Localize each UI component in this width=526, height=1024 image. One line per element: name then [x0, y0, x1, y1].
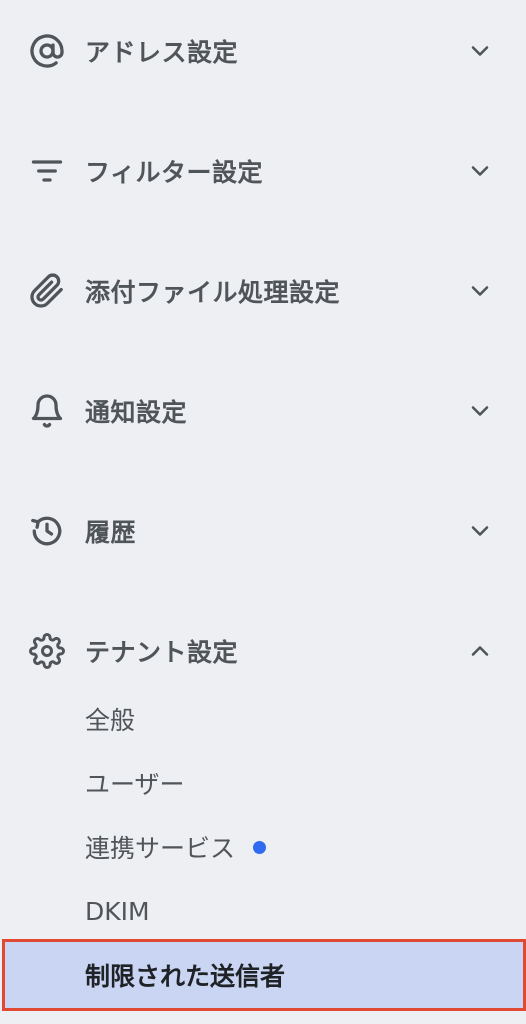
chevron-up-icon[interactable]: [466, 637, 494, 665]
section-label: 添付ファイル処理設定: [85, 278, 341, 307]
sidebar-item-dkim[interactable]: DKIM: [85, 891, 150, 931]
section-label: 履歴: [85, 518, 137, 547]
chevron-down-icon[interactable]: [466, 37, 494, 65]
section-notification-settings[interactable]: 通知設定: [0, 381, 526, 441]
sidebar-item-label: 制限された送信者: [85, 962, 286, 991]
sidebar-item-label: DKIM: [85, 896, 150, 926]
section-filter-settings[interactable]: フィルター設定: [0, 141, 526, 201]
sidebar-item-general[interactable]: 全般: [85, 699, 135, 739]
chevron-down-icon[interactable]: [466, 157, 494, 185]
history-icon: [29, 513, 65, 549]
sidebar-item-integrations[interactable]: 連携サービス: [85, 827, 267, 867]
section-label: テナント設定: [85, 638, 239, 667]
section-history[interactable]: 履歴: [0, 501, 526, 561]
sidebar-item-users[interactable]: ユーザー: [85, 763, 185, 803]
section-attachment-settings[interactable]: 添付ファイル処理設定: [0, 261, 526, 321]
notification-dot-icon: [253, 840, 267, 854]
chevron-down-icon[interactable]: [466, 517, 494, 545]
section-label: アドレス設定: [85, 38, 239, 67]
sidebar-item-label: ユーザー: [85, 770, 185, 799]
chevron-down-icon[interactable]: [466, 277, 494, 305]
bell-icon: [29, 393, 65, 429]
section-tenant-settings[interactable]: テナント設定: [0, 621, 526, 681]
section-label: フィルター設定: [85, 158, 264, 187]
sidebar-item-restricted-senders[interactable]: 制限された送信者: [2, 939, 526, 1011]
sidebar-item-label: 全般: [85, 706, 136, 735]
chevron-down-icon[interactable]: [466, 397, 494, 425]
paperclip-icon: [29, 273, 65, 309]
section-label: 通知設定: [85, 398, 188, 427]
section-address-settings[interactable]: アドレス設定: [0, 21, 526, 81]
at-sign-icon: [29, 33, 65, 69]
sidebar-item-label: 連携サービス: [85, 834, 236, 863]
filter-icon: [29, 153, 65, 189]
gear-icon: [29, 633, 65, 669]
